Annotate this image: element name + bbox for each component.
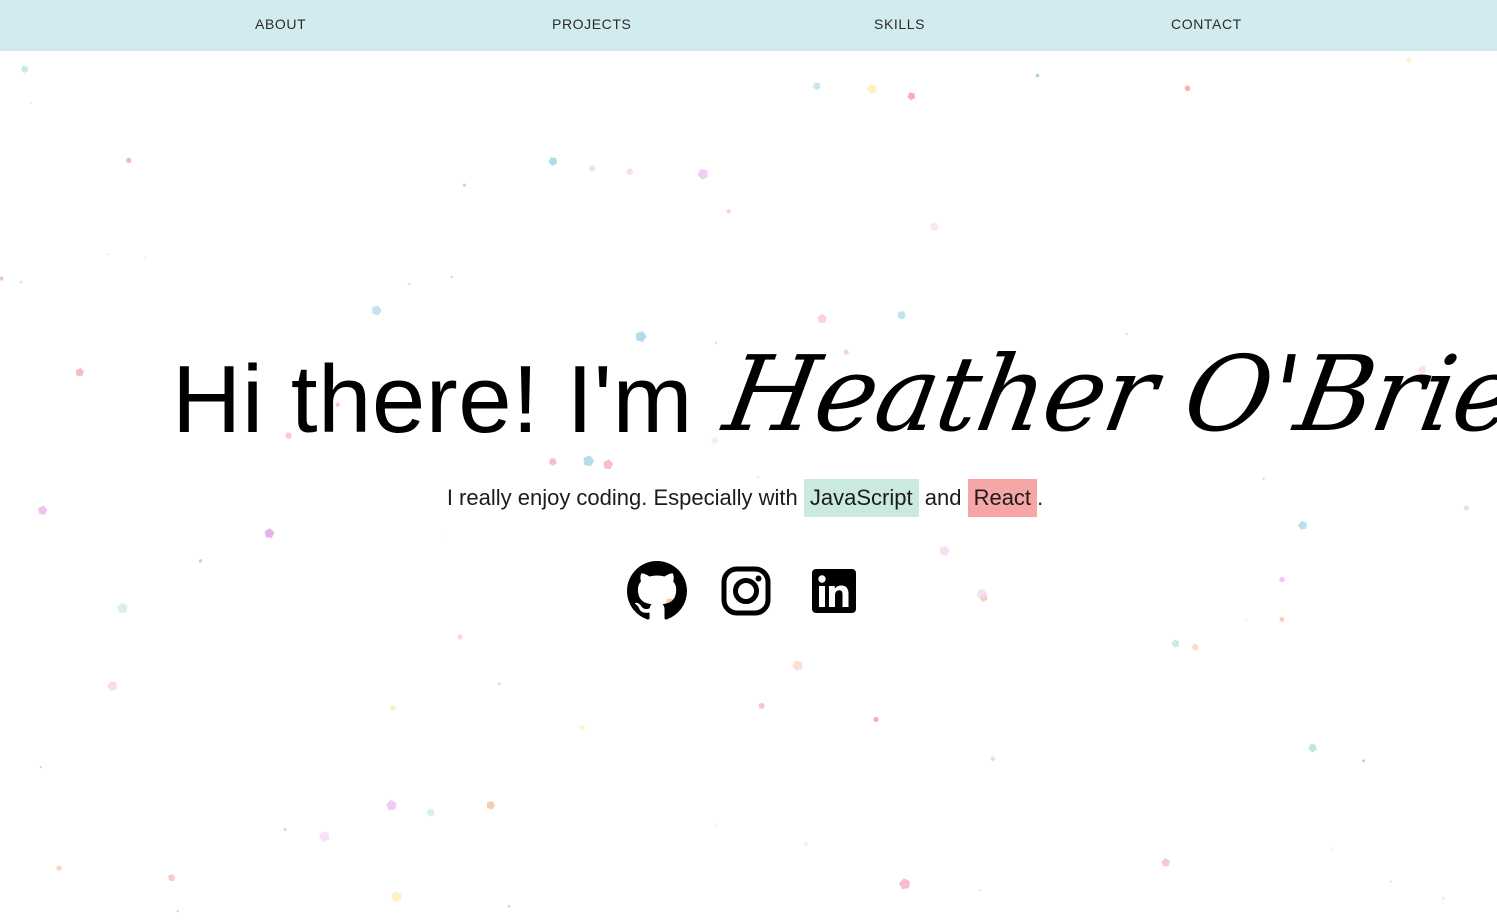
confetti-piece [1035,73,1040,78]
confetti-piece [626,167,634,175]
confetti-piece [758,702,766,710]
confetti-piece [1184,85,1191,92]
confetti-piece [176,910,179,913]
confetti-piece [283,827,287,832]
confetti-piece [1191,643,1199,651]
confetti-piece [487,801,496,810]
confetti-piece [929,222,939,231]
social-links [0,561,1497,621]
confetti-piece [20,65,29,74]
confetti-piece [391,891,402,903]
hero-headline: Hi there! I'm Heather O'Brien [0,320,1497,460]
confetti-piece [168,873,176,882]
confetti-piece [1362,759,1366,763]
hero-greeting: Hi there! I'm [172,346,693,453]
confetti-piece [386,799,397,811]
nav-about-link[interactable]: ABOUT [255,16,306,32]
confetti-piece [125,157,132,164]
tagline-prefix: I really enjoy coding. Especially with [446,485,798,510]
confetti-piece [107,681,117,692]
tagline-middle: and [924,485,962,510]
github-link[interactable] [627,561,687,621]
linkedin-link[interactable] [804,561,864,621]
confetti-piece [714,823,717,826]
confetti-piece [899,878,910,890]
confetti-piece [440,534,443,537]
confetti-piece [1308,744,1317,753]
confetti-piece [450,275,453,279]
confetti-piece [462,183,467,188]
confetti-piece [1161,858,1170,867]
confetti-piece [106,253,109,256]
hero-tagline: I really enjoy coding. Especially with J… [0,479,1490,517]
confetti-piece [29,101,32,104]
confetti-piece [812,82,821,91]
confetti-piece [873,717,879,723]
nav-projects-link[interactable]: PROJECTS [552,16,631,32]
top-navigation: ABOUT PROJECTS SKILLS CONTACT [0,0,1497,51]
confetti-piece [866,84,877,94]
confetti-piece [792,660,803,671]
confetti-piece [907,92,916,101]
confetti-piece [144,256,147,259]
tagline-suffix: . [1037,485,1044,510]
github-icon [627,561,687,620]
hero-name: Heather O'Brien [716,333,1497,455]
confetti-background [0,0,1470,913]
confetti-piece [1389,880,1392,883]
confetti-piece [897,311,907,320]
nav-skills-link[interactable]: SKILLS [874,16,925,32]
confetti-piece [39,766,42,769]
confetti-piece [407,282,412,286]
confetti-piece [507,905,511,908]
nav-contact-link[interactable]: CONTACT [1171,16,1242,32]
instagram-icon [721,566,771,616]
instagram-link[interactable] [716,561,776,621]
confetti-piece [978,889,982,892]
confetti-piece [990,756,996,762]
confetti-piece [497,682,501,686]
linkedin-icon [812,569,856,613]
confetti-piece [1329,847,1333,851]
confetti-piece [1171,639,1179,648]
react-highlight: React [967,479,1038,517]
confetti-piece [1406,56,1413,63]
javascript-highlight: JavaScript [803,479,919,517]
confetti-piece [426,808,435,817]
confetti-piece [318,831,330,843]
confetti-piece [603,459,614,470]
confetti-piece [726,208,732,214]
confetti-piece [56,865,62,872]
confetti-piece [579,724,585,731]
confetti-piece [372,305,382,316]
confetti-piece [548,157,558,166]
confetti-piece [1441,896,1445,901]
confetti-piece [264,528,275,538]
confetti-piece [697,168,708,180]
confetti-piece [19,280,23,284]
confetti-piece [939,545,950,557]
page: ABOUT PROJECTS SKILLS CONTACT Hi there! … [0,0,1497,923]
confetti-piece [390,705,396,711]
confetti-piece [0,276,4,281]
confetti-piece [803,842,808,847]
confetti-piece [1298,520,1307,530]
confetti-piece [457,633,464,640]
confetti-piece [589,165,596,172]
